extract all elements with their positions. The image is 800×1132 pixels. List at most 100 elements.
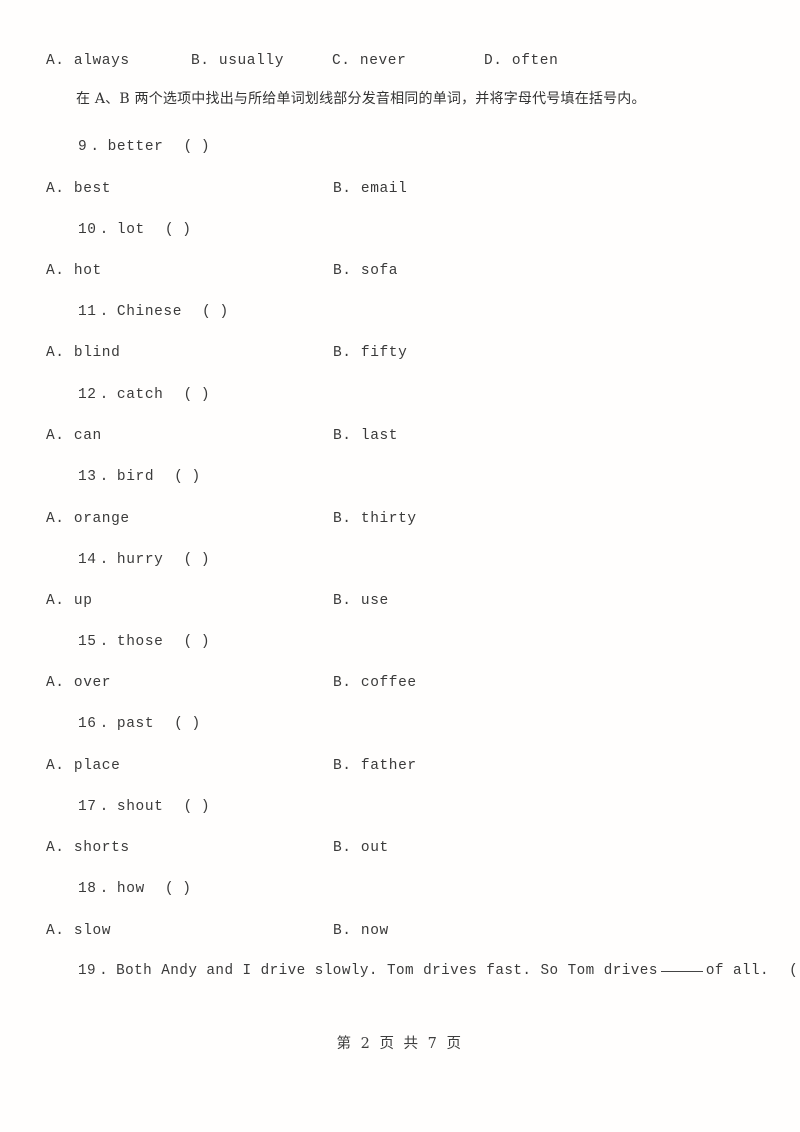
- question-number: 16: [78, 716, 97, 732]
- option-b: B. coffee: [333, 675, 417, 691]
- option-a: A. best: [46, 181, 112, 197]
- question-word: how: [116, 881, 145, 897]
- question-dot: .: [99, 304, 109, 320]
- options-row: A. blind B. fifty: [0, 342, 800, 364]
- question-number: 13: [78, 469, 97, 485]
- question-11-line: 11. Chinese( ): [78, 301, 228, 323]
- answer-bracket[interactable]: ( ): [163, 552, 209, 568]
- option-b: B. fifty: [333, 345, 408, 361]
- question-line: 17. shout( ): [0, 796, 800, 818]
- answer-bracket[interactable]: ( ): [182, 304, 228, 320]
- option-a: A. blind: [46, 345, 121, 361]
- question-number: 11: [78, 304, 97, 320]
- question-number: 18: [78, 881, 97, 897]
- question-12-line: 12. catch( ): [78, 384, 210, 406]
- option-a: A. place: [46, 758, 121, 774]
- question-dot: .: [99, 387, 109, 403]
- option-b: B. usually: [191, 53, 285, 69]
- question-word: shout: [116, 799, 164, 815]
- question-line: 16. past( ): [0, 713, 800, 735]
- answer-bracket[interactable]: ( ): [154, 716, 200, 732]
- question-number: 9: [78, 139, 88, 155]
- question-word: better: [107, 139, 164, 155]
- question-number: 15: [78, 634, 97, 650]
- question-number: 17: [78, 799, 97, 815]
- option-b: B. father: [333, 758, 417, 774]
- section-instruction: 在 A、B 两个选项中找出与所给单词划线部分发音相同的单词，并将字母代号填在括号…: [76, 91, 646, 107]
- question-dot: .: [99, 634, 109, 650]
- options-row-multiple-choice: A. always B. usually C. never D. often: [0, 50, 800, 72]
- answer-bracket[interactable]: ( ): [163, 387, 209, 403]
- question-line: 11. Chinese( ): [0, 301, 800, 323]
- question-18-line: 18. how( ): [78, 878, 191, 900]
- page-footer: 第 2 页 共 7 页: [336, 1036, 464, 1052]
- options-row: A. over B. coffee: [0, 672, 800, 694]
- question-word: those: [116, 634, 164, 650]
- answer-bracket[interactable]: ( ): [163, 634, 209, 650]
- answer-blank[interactable]: [660, 971, 703, 972]
- question-10-line: 10. lot( ): [78, 219, 191, 241]
- question-word: catch: [116, 387, 164, 403]
- option-a: A. slow: [46, 923, 112, 939]
- options-row: A. hot B. sofa: [0, 260, 800, 282]
- question-word: Chinese: [116, 304, 183, 320]
- question-dot: .: [99, 963, 109, 979]
- option-a: A. can: [46, 428, 102, 444]
- options-row: A. slow B. now: [0, 920, 800, 942]
- option-a: A. over: [46, 675, 112, 691]
- question-19-line: 19. Both Andy and I drive slowly. Tom dri…: [78, 960, 800, 982]
- question-number: 19: [78, 963, 97, 979]
- option-b: B. use: [333, 593, 389, 609]
- option-b: B. now: [333, 923, 389, 939]
- question-line: 15. those( ): [0, 631, 800, 653]
- option-b: B. email: [333, 181, 408, 197]
- question-dot: .: [99, 881, 109, 897]
- option-b: B. last: [333, 428, 399, 444]
- question-dot: .: [99, 716, 109, 732]
- document-page: A. always B. usually C. never D. often 在…: [0, 0, 800, 1132]
- question-word: lot: [116, 222, 145, 238]
- option-d: D. often: [484, 53, 559, 69]
- option-b: B. thirty: [333, 511, 417, 527]
- question-dot: .: [99, 469, 109, 485]
- answer-bracket[interactable]: ( ): [145, 881, 191, 897]
- answer-bracket[interactable]: ( ): [154, 469, 200, 485]
- question-word: bird: [116, 469, 155, 485]
- options-row: A. best B. email: [0, 178, 800, 200]
- question-dot: .: [99, 552, 109, 568]
- options-row: A. place B. father: [0, 755, 800, 777]
- option-a: A. shorts: [46, 840, 130, 856]
- question-16-line: 16. past( ): [78, 713, 200, 735]
- options-row: A. orange B. thirty: [0, 508, 800, 530]
- question-line: 10. lot( ): [0, 219, 800, 241]
- question-number: 12: [78, 387, 97, 403]
- question-14-line: 14. hurry( ): [78, 549, 210, 571]
- question-15-line: 15. those( ): [78, 631, 210, 653]
- question-line: 12. catch( ): [0, 384, 800, 406]
- question-9-line: 9. better( ): [78, 136, 210, 158]
- question-sentence-after-blank: of all.: [705, 963, 770, 979]
- options-row: A. shorts B. out: [0, 837, 800, 859]
- options-row: A. up B. use: [0, 590, 800, 612]
- option-a: A. hot: [46, 263, 102, 279]
- question-dot: .: [90, 139, 100, 155]
- question-line: 9. better( ): [0, 136, 800, 158]
- question-line: 14. hurry( ): [0, 549, 800, 571]
- question-17-line: 17. shout( ): [78, 796, 210, 818]
- question-word: past: [116, 716, 155, 732]
- question-13-line: 13. bird( ): [78, 466, 200, 488]
- option-a: A. orange: [46, 511, 130, 527]
- question-sentence-before-blank: Both Andy and I drive slowly. Tom drives…: [116, 963, 658, 979]
- answer-bracket[interactable]: ( ): [163, 139, 209, 155]
- answer-bracket[interactable]: ( ): [163, 799, 209, 815]
- option-b: B. out: [333, 840, 389, 856]
- option-a: A. always: [46, 53, 130, 69]
- answer-bracket[interactable]: ( ): [145, 222, 191, 238]
- question-line: 19. Both Andy and I drive slowly. Tom dri…: [0, 960, 800, 982]
- options-row: A. can B. last: [0, 425, 800, 447]
- option-b: B. sofa: [333, 263, 399, 279]
- question-number: 14: [78, 552, 97, 568]
- question-line: 13. bird( ): [0, 466, 800, 488]
- answer-bracket[interactable]: ( ): [769, 963, 800, 979]
- question-word: hurry: [116, 552, 164, 568]
